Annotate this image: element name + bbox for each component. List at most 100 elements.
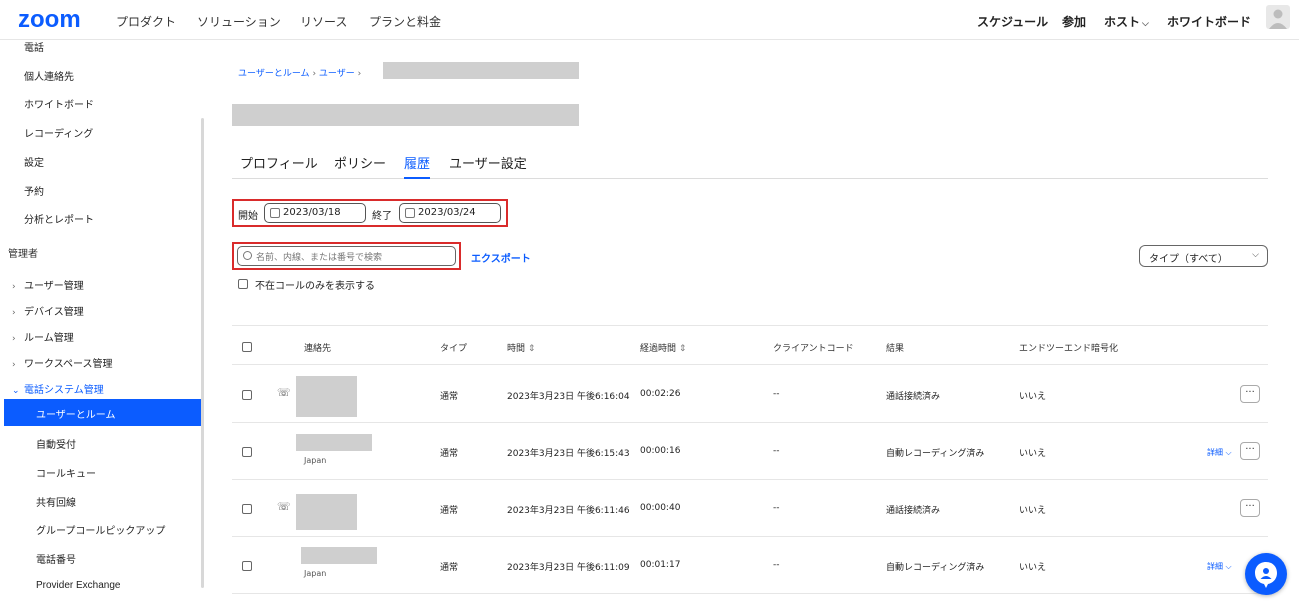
chevron-right-icon: › (12, 334, 16, 344)
sidebar-item-call-queue[interactable]: コールキュー (36, 465, 96, 480)
more-icon[interactable]: ··· (1240, 385, 1260, 403)
sidebar-item-recording[interactable]: レコーディング (24, 125, 93, 140)
row-client-code: -- (773, 446, 780, 456)
end-date-picker[interactable]: 2023/03/24 (399, 203, 501, 223)
chevron-right-icon: › (12, 282, 16, 292)
redacted-contact (296, 434, 372, 451)
sort-icon: ⇕ (678, 344, 687, 354)
type-select[interactable]: タイプ（すべて） ⌵ (1139, 245, 1268, 267)
breadcrumb-users[interactable]: ユーザー (319, 69, 355, 79)
chat-icon (1255, 562, 1277, 588)
select-all-checkbox[interactable] (242, 342, 252, 352)
row-e2e: いいえ (1019, 563, 1047, 573)
nav-schedule[interactable]: スケジュール (977, 13, 1048, 30)
row-divider (232, 479, 1268, 480)
tab-profile[interactable]: プロフィール (240, 153, 318, 172)
nav-pricing[interactable]: プランと料金 (369, 13, 441, 30)
user-icon (1269, 9, 1287, 29)
nav-host[interactable]: ホスト ⌵ (1104, 13, 1149, 30)
row-contact-location: Japan (304, 456, 327, 465)
chevron-down-icon: ⌵ (1142, 19, 1149, 29)
sidebar-group-phone-system[interactable]: ⌄ 電話システム管理 (12, 381, 104, 396)
chevron-down-icon: ⌵ (1225, 448, 1232, 457)
table-top-line (232, 325, 1268, 326)
tab-user-settings[interactable]: ユーザー設定 (449, 153, 527, 172)
redacted-contact (301, 547, 377, 564)
sidebar-item-phone[interactable]: 電話 (24, 39, 44, 54)
sidebar-item-shared-line[interactable]: 共有回線 (36, 494, 76, 509)
chat-button[interactable] (1245, 553, 1287, 595)
row-type: 通常 (440, 563, 459, 573)
row-divider (232, 536, 1268, 537)
row-checkbox[interactable] (242, 561, 252, 571)
sidebar-scrollbar[interactable] (201, 118, 204, 588)
zoom-logo[interactable]: zoom (18, 6, 81, 34)
row-time: 2023年3月23日 午後6:11:09 (507, 563, 630, 573)
row-client-code: -- (773, 389, 780, 399)
col-time[interactable]: 時間 ⇕ (507, 341, 535, 354)
row-type: 通常 (440, 392, 459, 402)
nav-solutions[interactable]: ソリューション (197, 13, 281, 30)
redacted-user-name (383, 62, 579, 79)
row-divider (232, 593, 1268, 594)
breadcrumb-users-rooms[interactable]: ユーザーとルーム (238, 69, 310, 79)
row-time: 2023年3月23日 午後6:11:46 (507, 506, 630, 516)
row-result: 通話接続済み (886, 506, 941, 516)
detail-button[interactable]: 詳細 ⌵ (1207, 447, 1232, 458)
start-date-picker[interactable]: 2023/03/18 (264, 203, 366, 223)
chevron-right-icon: › (12, 308, 16, 318)
more-icon[interactable]: ··· (1240, 499, 1260, 517)
nav-join[interactable]: 参加 (1062, 13, 1086, 30)
sidebar-group-user-mgmt[interactable]: › ユーザー管理 (12, 277, 84, 292)
search-placeholder: 名前、内線、または番号で検索 (256, 253, 383, 263)
export-link[interactable]: エクスポート (471, 250, 531, 265)
sidebar-item-label: ユーザーとルーム (36, 410, 116, 421)
tab-bar: プロフィール ポリシー 履歴 ユーザー設定 (232, 153, 1268, 179)
row-result: 自動レコーディング済み (886, 563, 985, 573)
sidebar-item-analytics[interactable]: 分析とレポート (24, 211, 94, 226)
nav-whiteboard[interactable]: ホワイトボード (1167, 13, 1251, 30)
sidebar-item-group-pickup[interactable]: グループコールピックアップ (36, 522, 165, 537)
sidebar-section-admin: 管理者 (8, 249, 38, 260)
sidebar-item-auto-receptionist[interactable]: 自動受付 (36, 436, 76, 451)
row-checkbox[interactable] (242, 390, 252, 400)
row-result: 自動レコーディング済み (886, 449, 985, 459)
type-select-value: タイプ（すべて） (1149, 254, 1228, 265)
nav-resources[interactable]: リソース (300, 13, 347, 30)
missed-only-checkbox[interactable] (238, 279, 248, 289)
row-e2e: いいえ (1019, 449, 1047, 459)
tab-history[interactable]: 履歴 (404, 153, 431, 179)
detail-button[interactable]: 詳細 ⌵ (1207, 561, 1232, 572)
row-client-code: -- (773, 503, 780, 513)
sidebar-group-workspace-mgmt[interactable]: › ワークスペース管理 (12, 355, 113, 370)
col-result: 結果 (886, 344, 905, 354)
sidebar-item-phone-numbers[interactable]: 電話番号 (36, 551, 76, 566)
calendar-icon (270, 208, 280, 218)
sidebar-item-provider-exchange[interactable]: Provider Exchange (36, 580, 121, 591)
row-contact-location: Japan (304, 569, 327, 578)
sidebar-group-room-mgmt[interactable]: › ルーム管理 (12, 329, 74, 344)
chevron-down-icon: ⌄ (12, 386, 20, 396)
sidebar: 電話 個人連絡先 ホワイトボード レコーディング 設定 予約 分析とレポート 管… (0, 40, 205, 603)
more-icon[interactable]: ··· (1240, 442, 1260, 460)
nav-products[interactable]: プロダクト (116, 13, 176, 30)
sidebar-item-whiteboard[interactable]: ホワイトボード (24, 96, 94, 111)
row-checkbox[interactable] (242, 504, 252, 514)
start-date-value: 2023/03/18 (283, 207, 341, 218)
col-duration[interactable]: 経過時間 ⇕ (640, 341, 686, 354)
sidebar-item-reservation[interactable]: 予約 (24, 183, 44, 198)
calendar-icon (405, 208, 415, 218)
row-duration: 00:00:40 (640, 503, 681, 513)
breadcrumb: ユーザーとルーム › ユーザー › (238, 66, 361, 79)
tab-policy[interactable]: ポリシー (334, 153, 386, 172)
search-input[interactable]: 名前、内線、または番号で検索 (237, 246, 456, 266)
row-checkbox[interactable] (242, 447, 252, 457)
row-divider (232, 364, 1268, 365)
sidebar-group-device-mgmt[interactable]: › デバイス管理 (12, 303, 84, 318)
sidebar-item-users-rooms[interactable]: ユーザーとルーム (4, 399, 201, 426)
sidebar-item-contacts[interactable]: 個人連絡先 (24, 68, 74, 83)
redacted-page-title (232, 104, 579, 126)
sidebar-item-settings[interactable]: 設定 (24, 154, 44, 169)
avatar[interactable] (1266, 5, 1290, 29)
top-nav: zoom プロダクト ソリューション リソース プランと料金 スケジュール 参加… (0, 0, 1299, 40)
